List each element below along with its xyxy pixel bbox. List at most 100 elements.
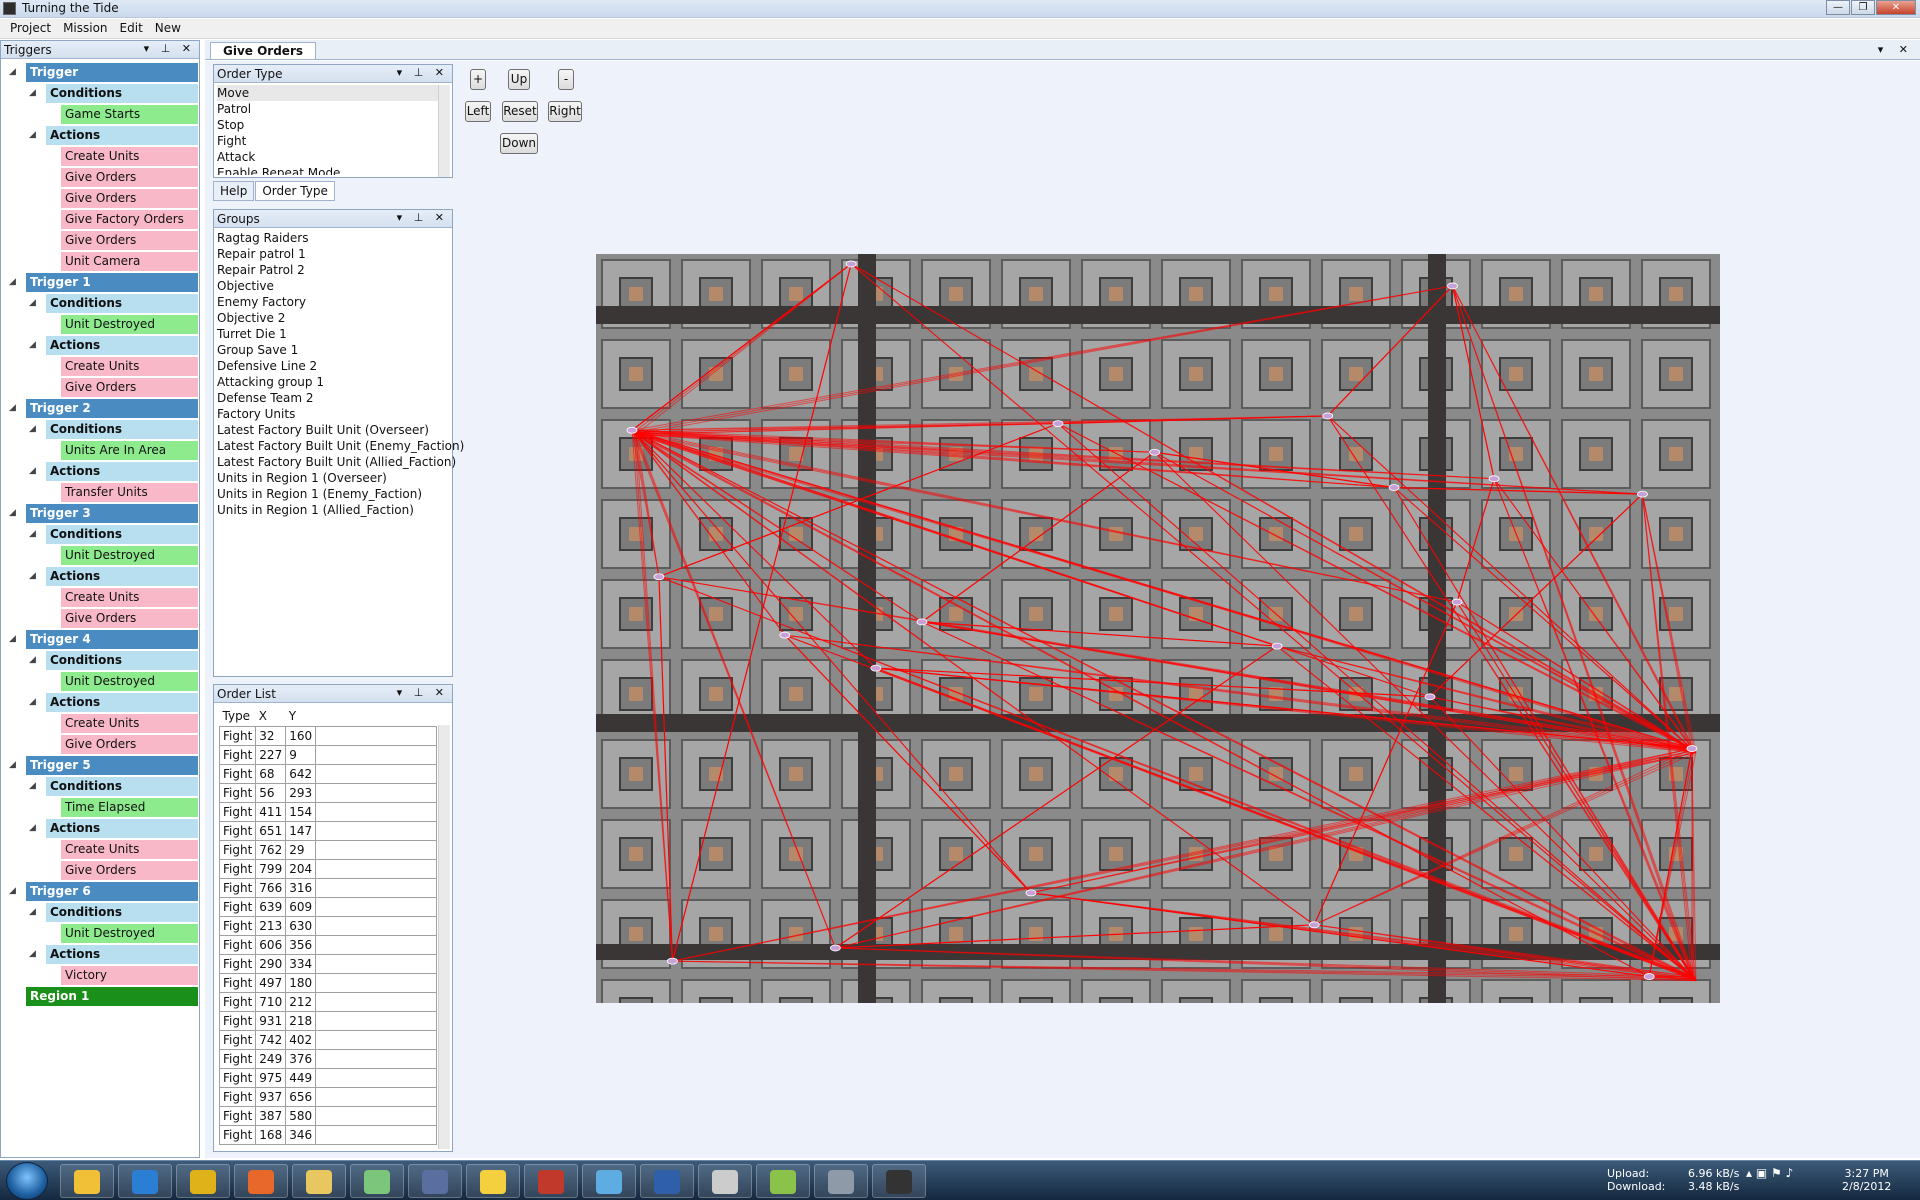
action-item[interactable]: Create Units xyxy=(1,588,199,609)
table-row[interactable]: Fight 56 293 xyxy=(219,782,437,803)
waypoint-marker[interactable] xyxy=(1052,420,1064,428)
action-item[interactable]: Victory xyxy=(1,966,199,987)
table-row[interactable]: Fight 606 356 xyxy=(219,934,437,955)
order-x-cell[interactable]: 651 xyxy=(255,820,287,841)
action-label[interactable]: Give Orders xyxy=(61,168,198,187)
order-y-cell[interactable]: 376 xyxy=(285,1048,317,1069)
taskbar-file-explorer-button[interactable] xyxy=(292,1164,346,1198)
order-y-cell[interactable]: 316 xyxy=(285,877,317,898)
condition-item[interactable]: Game Starts xyxy=(1,105,199,126)
collapse-arrow-icon[interactable]: ◢ xyxy=(9,67,16,77)
group-item[interactable]: Units in Region 1 (Overseer) xyxy=(217,470,449,486)
table-row[interactable]: Fight 639 609 xyxy=(219,896,437,917)
table-row[interactable]: Fight 766 316 xyxy=(219,877,437,898)
table-row[interactable]: Fight 799 204 xyxy=(219,858,437,879)
order-y-cell[interactable]: 218 xyxy=(285,1010,317,1031)
order-y-cell[interactable]: 212 xyxy=(285,991,317,1012)
order-type-item[interactable]: Attack xyxy=(217,149,449,165)
actions-row[interactable]: ◢ Actions xyxy=(1,819,199,840)
action-item[interactable]: Create Units xyxy=(1,840,199,861)
conditions-label[interactable]: Conditions xyxy=(46,294,198,313)
action-item[interactable]: Give Orders xyxy=(1,378,199,399)
collapse-arrow-icon[interactable]: ◢ xyxy=(9,886,16,896)
actions-label[interactable]: Actions xyxy=(46,462,198,481)
order-type-item[interactable]: Patrol xyxy=(217,101,449,117)
waypoint-marker[interactable] xyxy=(870,664,882,672)
order-x-cell[interactable]: 742 xyxy=(255,1029,287,1050)
actions-row[interactable]: ◢ Actions xyxy=(1,126,199,147)
taskbar-chrome-button[interactable] xyxy=(176,1164,230,1198)
pan-down-button[interactable]: Down xyxy=(500,133,538,154)
collapse-arrow-icon[interactable]: ◢ xyxy=(29,466,36,476)
group-item[interactable]: Units in Region 1 (Allied_Faction) xyxy=(217,502,449,518)
group-item[interactable]: Ragtag Raiders xyxy=(217,230,449,246)
order-y-cell[interactable]: 356 xyxy=(285,934,317,955)
condition-item[interactable]: Unit Destroyed xyxy=(1,924,199,945)
taskbar-folder-button[interactable] xyxy=(350,1164,404,1198)
action-label[interactable]: Give Factory Orders xyxy=(61,210,198,229)
order-type-item[interactable]: Fight xyxy=(217,133,449,149)
action-label[interactable]: Give Orders xyxy=(61,861,198,880)
order-type-cell[interactable]: Fight xyxy=(219,1048,257,1069)
order-type-cell[interactable]: Fight xyxy=(219,991,257,1012)
group-item[interactable]: Factory Units xyxy=(217,406,449,422)
tray-icons[interactable]: ▴ ▣ ⚑ ♪ xyxy=(1746,1167,1793,1180)
conditions-row[interactable]: ◢ Conditions xyxy=(1,420,199,441)
taskbar-notepad-button[interactable] xyxy=(582,1164,636,1198)
collapse-arrow-icon[interactable]: ◢ xyxy=(29,655,36,665)
order-type-cell[interactable]: Fight xyxy=(219,839,257,860)
actions-row[interactable]: ◢ Actions xyxy=(1,945,199,966)
table-row[interactable]: Fight 290 334 xyxy=(219,953,437,974)
order-type-cell[interactable]: Fight xyxy=(219,1010,257,1031)
actions-label[interactable]: Actions xyxy=(46,126,198,145)
waypoint-marker[interactable] xyxy=(1447,282,1458,290)
collapse-arrow-icon[interactable]: ◢ xyxy=(9,277,16,287)
action-label[interactable]: Transfer Units xyxy=(61,483,198,502)
waypoint-marker[interactable] xyxy=(653,573,665,581)
table-row[interactable]: Fight 651 147 xyxy=(219,820,437,841)
actions-label[interactable]: Actions xyxy=(46,945,198,964)
order-type-cell[interactable]: Fight xyxy=(219,1086,257,1107)
action-item[interactable]: Give Orders xyxy=(1,231,199,252)
order-y-cell[interactable]: 204 xyxy=(285,858,317,879)
collapse-arrow-icon[interactable]: ◢ xyxy=(29,424,36,434)
conditions-label[interactable]: Conditions xyxy=(46,420,198,439)
condition-label[interactable]: Time Elapsed xyxy=(61,798,198,817)
order-type-cell[interactable]: Fight xyxy=(219,801,257,822)
waypoint-marker[interactable] xyxy=(1451,598,1463,606)
pan-up-button[interactable]: Up xyxy=(508,69,530,90)
order-x-cell[interactable]: 975 xyxy=(255,1067,287,1088)
tab-give-orders[interactable]: Give Orders xyxy=(210,42,317,59)
condition-item[interactable]: Units Are In Area xyxy=(1,441,199,462)
order-x-cell[interactable]: 290 xyxy=(255,953,287,974)
start-button[interactable] xyxy=(6,1162,48,1200)
order-x-cell[interactable]: 606 xyxy=(255,934,287,955)
taskbar-media-player-button[interactable] xyxy=(408,1164,462,1198)
order-type-cell[interactable]: Fight xyxy=(219,896,257,917)
collapse-arrow-icon[interactable]: ◢ xyxy=(9,634,16,644)
order-type-cell[interactable]: Fight xyxy=(219,1067,257,1088)
condition-label[interactable]: Game Starts xyxy=(61,105,198,124)
collapse-arrow-icon[interactable]: ◢ xyxy=(29,949,36,959)
collapse-arrow-icon[interactable]: ◢ xyxy=(29,823,36,833)
order-y-cell[interactable]: 642 xyxy=(285,763,317,784)
order-x-cell[interactable]: 168 xyxy=(255,1124,287,1145)
actions-row[interactable]: ◢ Actions xyxy=(1,567,199,588)
collapse-arrow-icon[interactable]: ◢ xyxy=(29,697,36,707)
order-x-cell[interactable]: 411 xyxy=(255,801,287,822)
table-row[interactable]: Fight 931 218 xyxy=(219,1010,437,1031)
order-x-cell[interactable]: 937 xyxy=(255,1086,287,1107)
waypoint-marker[interactable] xyxy=(1424,693,1436,701)
conditions-row[interactable]: ◢ Conditions xyxy=(1,651,199,672)
collapse-arrow-icon[interactable]: ◢ xyxy=(29,571,36,581)
taskbar-messenger-button[interactable] xyxy=(466,1164,520,1198)
actions-label[interactable]: Actions xyxy=(46,693,198,712)
region-label[interactable]: Region 1 xyxy=(26,987,198,1006)
group-item[interactable]: Latest Factory Built Unit (Allied_Factio… xyxy=(217,454,456,470)
table-row[interactable]: Fight 710 212 xyxy=(219,991,437,1012)
condition-item[interactable]: Unit Destroyed xyxy=(1,315,199,336)
waypoint-marker[interactable] xyxy=(626,426,638,434)
order-y-cell[interactable]: 160 xyxy=(285,725,317,746)
trigger-label[interactable]: Trigger 6 xyxy=(26,882,198,901)
panel-controls-icon[interactable]: ▾ ⊥ ✕ xyxy=(397,211,448,224)
